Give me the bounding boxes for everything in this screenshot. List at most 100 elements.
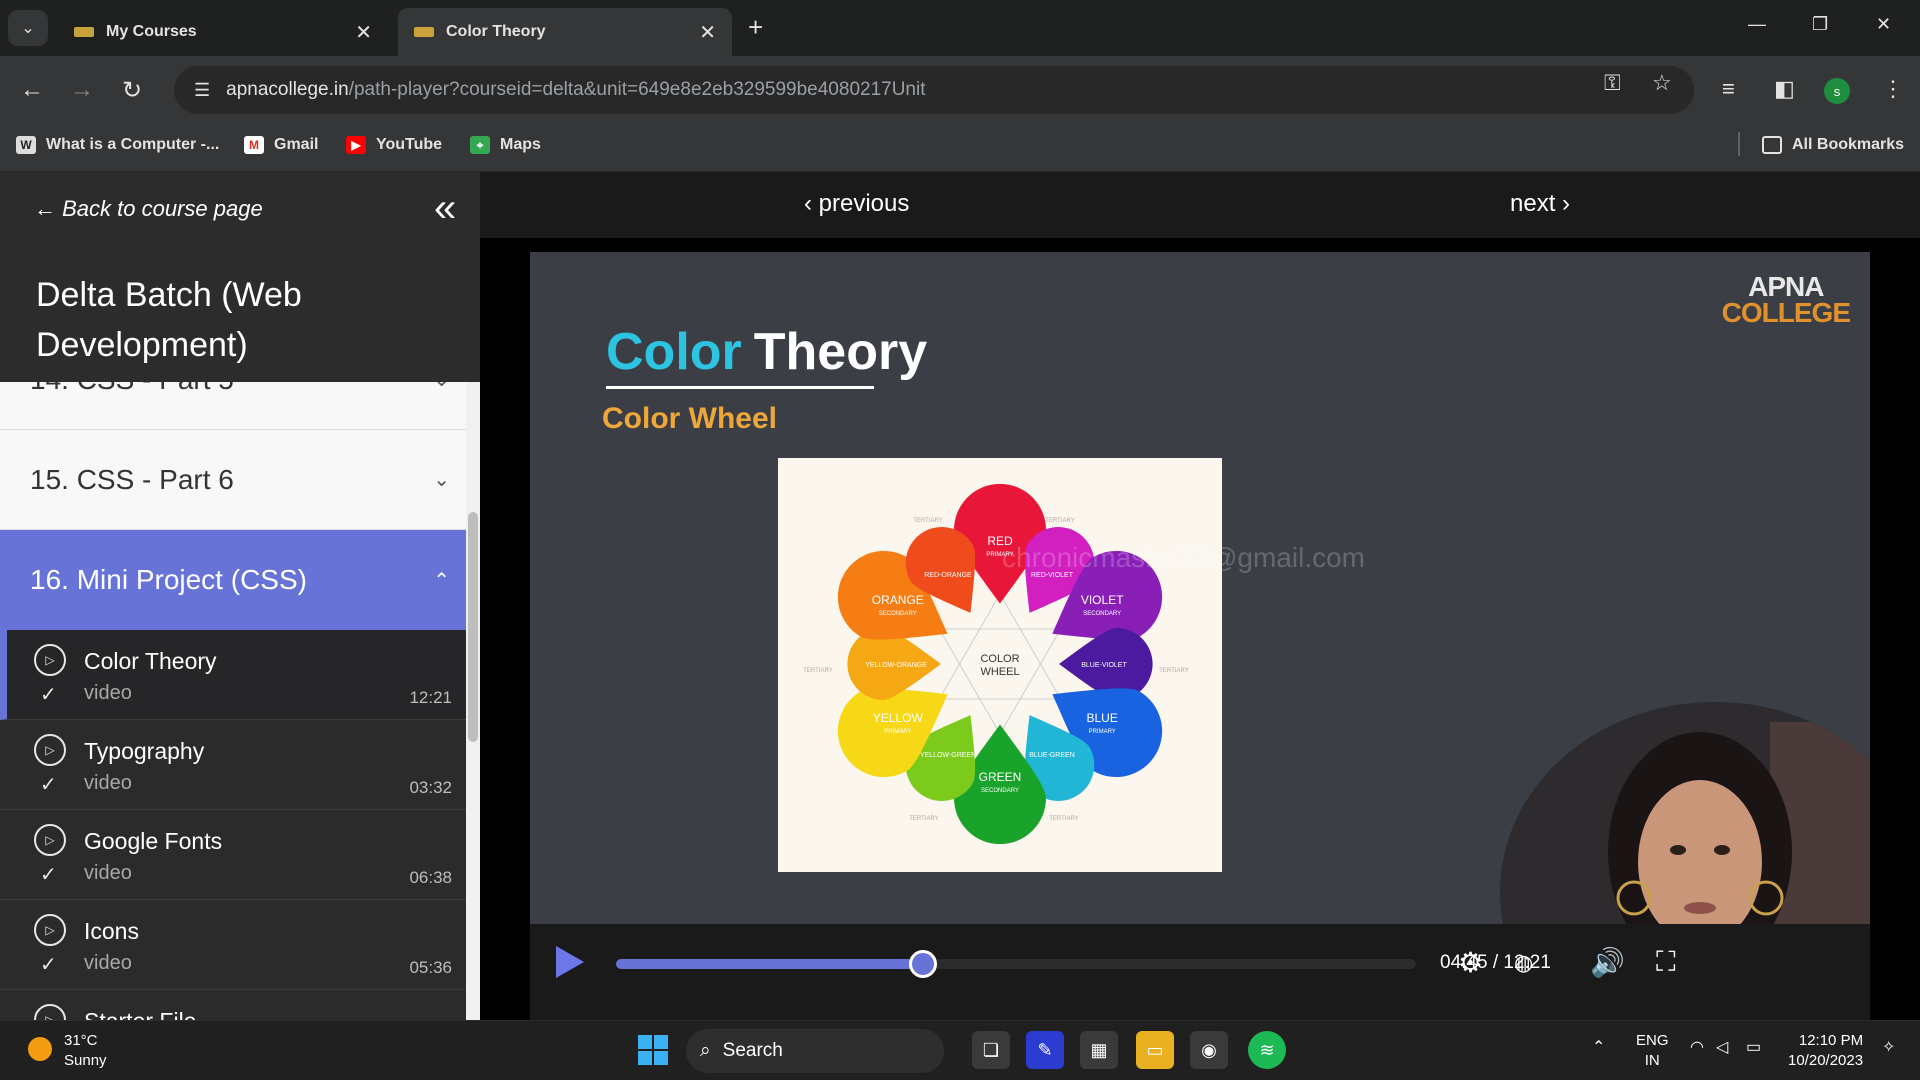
- bookmark-maps[interactable]: ⌖ Maps: [470, 136, 541, 154]
- lesson-item[interactable]: ▷ Starter File: [0, 990, 466, 1020]
- tab-bar: ⌄ My Courses ✕ Color Theory ✕ + — ❐ ✕: [0, 0, 1920, 56]
- media-control-icon[interactable]: ≡: [1722, 76, 1735, 102]
- next-button[interactable]: next ›: [1510, 190, 1570, 218]
- gmail-icon: M: [244, 136, 264, 154]
- new-tab-button[interactable]: +: [748, 12, 763, 43]
- player-area: ‹ previous next › APNA COLLEGE Color Theo…: [480, 172, 1920, 1020]
- wheel-center-label: COLOR: [980, 653, 1019, 665]
- check-icon: ✓: [40, 774, 57, 796]
- wheel-center-label: WHEEL: [980, 666, 1019, 678]
- progress-handle[interactable]: [909, 950, 938, 978]
- chevron-up-icon[interactable]: ⌃: [1592, 1037, 1605, 1057]
- settings-gear-icon[interactable]: ⚙: [1458, 946, 1483, 979]
- lesson-type: video: [84, 772, 132, 794]
- menu-icon[interactable]: ⋮: [1882, 76, 1904, 102]
- lesson-duration: 06:38: [409, 868, 452, 887]
- petal-label: YELLOW: [873, 711, 924, 725]
- windows-start-icon[interactable]: [638, 1035, 668, 1065]
- notification-icon[interactable]: ✧: [1882, 1037, 1895, 1057]
- play-icon[interactable]: [556, 946, 584, 978]
- weather-widget[interactable]: 31°C Sunny: [64, 1031, 107, 1071]
- petal-sublabel: SECONDARY: [981, 788, 1019, 794]
- wifi-icon[interactable]: ◠: [1690, 1037, 1704, 1057]
- collapse-sidebar-icon[interactable]: «: [434, 186, 456, 231]
- close-icon[interactable]: ✕: [355, 20, 372, 45]
- slide-subtitle: Color Wheel: [602, 402, 778, 435]
- minimize-button[interactable]: —: [1748, 14, 1766, 35]
- app-icon[interactable]: ✎: [1026, 1031, 1064, 1069]
- lesson-type: video: [84, 862, 132, 884]
- lesson-item[interactable]: ▷ ✓ Google Fonts video 06:38: [0, 810, 466, 900]
- sidebar-scroll-thumb[interactable]: [468, 512, 478, 742]
- email-watermark: chronicmaster72@gmail.com: [1002, 542, 1365, 573]
- file-explorer-icon[interactable]: ▭: [1136, 1031, 1174, 1069]
- play-circle-icon: ▷: [34, 644, 66, 676]
- wikipedia-icon: W: [16, 136, 36, 154]
- tertiary-label: TERTIARY: [1049, 816, 1078, 822]
- slide-title-underline: [606, 386, 874, 389]
- sun-icon[interactable]: [28, 1037, 52, 1061]
- taskbar-search[interactable]: ⌕ Search: [686, 1029, 944, 1073]
- module-mini-project-css[interactable]: 16. Mini Project (CSS) ⌃: [0, 530, 466, 630]
- task-view-icon[interactable]: ❏: [972, 1031, 1010, 1069]
- spotify-icon[interactable]: ≋: [1248, 1031, 1286, 1069]
- lesson-navbar: ‹ previous next ›: [480, 172, 1920, 238]
- key-icon[interactable]: ⚿: [1604, 70, 1621, 96]
- tab-color-theory[interactable]: Color Theory ✕: [398, 8, 732, 56]
- presenter-icon: [1500, 702, 1870, 924]
- video-frame[interactable]: APNA COLLEGE Color Theory Color Wheel RED…: [530, 252, 1870, 924]
- lesson-duration: 12:21: [409, 688, 452, 707]
- lesson-item[interactable]: ▷ ✓ Color Theory video 12:21: [0, 630, 466, 720]
- play-circle-icon: ▷: [34, 824, 66, 856]
- slide-title: Color Theory: [606, 323, 928, 381]
- petal-sublabel: PRIMARY: [884, 729, 911, 735]
- autoplay-toggle-icon[interactable]: ◍: [1514, 950, 1533, 976]
- lesson-item[interactable]: ▷ ✓ Typography video 03:32: [0, 720, 466, 810]
- tab-search-button[interactable]: ⌄: [8, 10, 48, 46]
- reload-icon[interactable]: ↻: [122, 76, 142, 105]
- bookmark-what-is-a-computer[interactable]: W What is a Computer -...: [16, 136, 219, 154]
- lesson-name: Icons: [84, 918, 139, 944]
- back-arrow-icon[interactable]: ←: [20, 76, 44, 104]
- petal-label: BLUE-GREEN: [1029, 752, 1075, 759]
- bookmark-divider: [1738, 132, 1740, 156]
- bookmark-youtube[interactable]: ▶ YouTube: [346, 136, 442, 154]
- petal-sublabel: PRIMARY: [1089, 729, 1116, 735]
- lesson-item[interactable]: ▷ ✓ Icons video 05:36: [0, 900, 466, 990]
- volume-icon[interactable]: ◁: [1716, 1037, 1728, 1057]
- store-icon[interactable]: ▦: [1080, 1031, 1118, 1069]
- lesson-type: video: [84, 952, 132, 974]
- all-bookmarks-button[interactable]: All Bookmarks: [1762, 136, 1904, 154]
- side-panel-icon[interactable]: ◧: [1774, 76, 1795, 102]
- petal-label: YELLOW-ORANGE: [865, 662, 927, 669]
- address-bar[interactable]: ☰ apnacollege.in/path-player?courseid=de…: [174, 66, 1694, 114]
- restore-button[interactable]: ❐: [1812, 14, 1828, 35]
- close-icon[interactable]: ✕: [699, 20, 716, 45]
- system-clock[interactable]: 12:10 PM 10/20/2023: [1788, 1031, 1863, 1071]
- profile-avatar[interactable]: s: [1824, 78, 1850, 104]
- url-text: apnacollege.in/path-player?courseid=delt…: [226, 79, 926, 100]
- battery-icon[interactable]: ▭: [1746, 1037, 1761, 1057]
- tertiary-label: TERTIARY: [1159, 668, 1188, 674]
- fullscreen-icon[interactable]: ⛶: [1656, 946, 1676, 979]
- bookmark-gmail[interactable]: M Gmail: [244, 136, 318, 154]
- volume-icon[interactable]: 🔊: [1590, 946, 1625, 979]
- tab-my-courses[interactable]: My Courses ✕: [58, 8, 388, 56]
- time-display: 04:45 / 12:21: [1440, 952, 1551, 973]
- language-indicator[interactable]: ENG IN: [1636, 1031, 1669, 1071]
- lesson-duration: 03:32: [409, 778, 452, 797]
- chrome-icon[interactable]: ◉: [1190, 1031, 1228, 1069]
- window-close-button[interactable]: ✕: [1876, 14, 1891, 35]
- back-to-course-link[interactable]: ← Back to course page: [34, 196, 263, 222]
- previous-button[interactable]: ‹ previous: [804, 190, 909, 218]
- petal-label: VIOLET: [1081, 593, 1124, 607]
- petal-label: ORANGE: [872, 593, 924, 607]
- site-info-icon[interactable]: ☰: [194, 80, 210, 101]
- lesson-name: Color Theory: [84, 648, 217, 674]
- forward-arrow-icon[interactable]: →: [70, 76, 94, 104]
- module-css-part-6[interactable]: 15. CSS - Part 6 ⌄: [0, 430, 466, 530]
- play-circle-icon: ▷: [34, 1004, 66, 1020]
- petal-label: GREEN: [979, 770, 1022, 784]
- favicon-icon: [74, 27, 94, 37]
- star-icon[interactable]: ☆: [1652, 70, 1672, 96]
